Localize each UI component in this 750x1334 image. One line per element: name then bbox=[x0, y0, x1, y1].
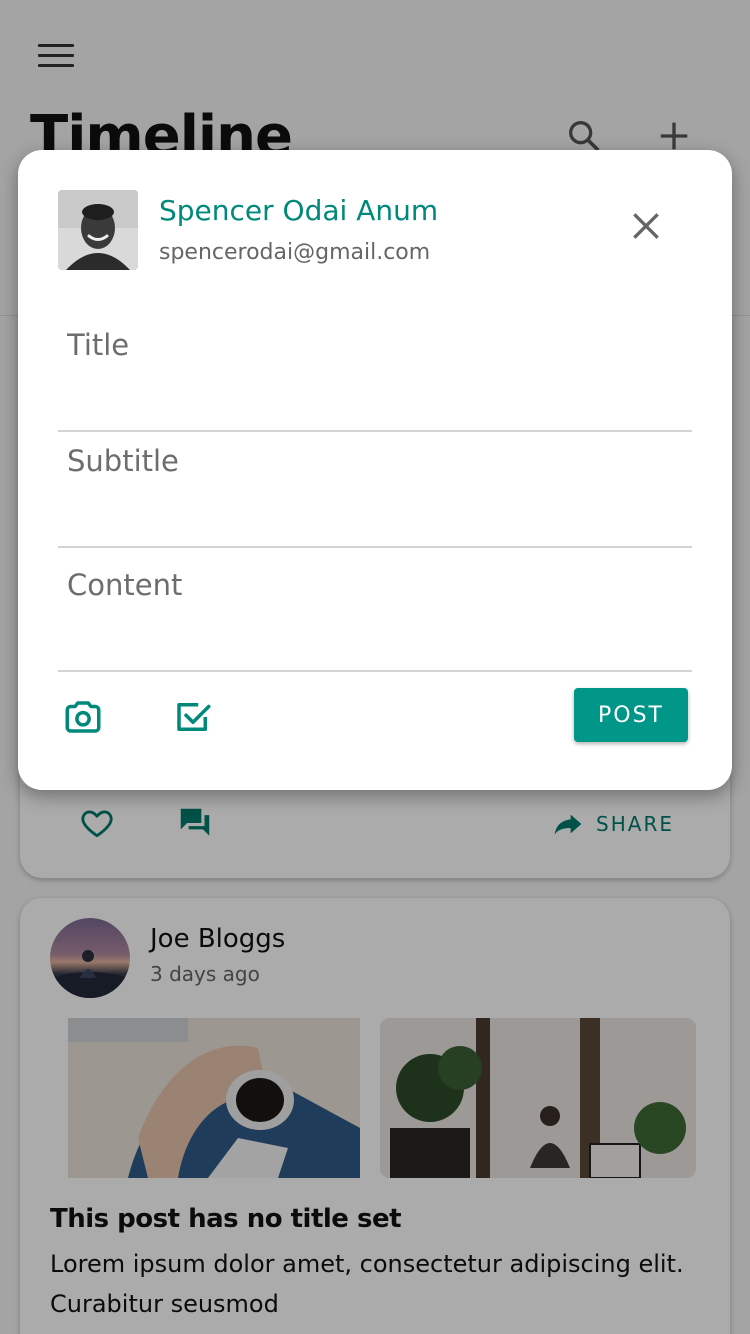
subtitle-input[interactable] bbox=[58, 444, 692, 478]
user-name: Spencer Odai Anum bbox=[159, 194, 439, 227]
title-field bbox=[58, 324, 692, 432]
title-input[interactable] bbox=[58, 328, 692, 362]
camera-icon[interactable] bbox=[62, 696, 104, 738]
user-email: spencerodai@gmail.com bbox=[159, 240, 431, 265]
content-field bbox=[58, 562, 692, 672]
post-button[interactable]: POST bbox=[574, 688, 688, 742]
subtitle-field bbox=[58, 444, 692, 548]
close-icon[interactable] bbox=[626, 206, 666, 246]
avatar bbox=[58, 190, 138, 270]
content-input[interactable] bbox=[58, 568, 692, 602]
create-post-dialog: Spencer Odai Anum spencerodai@gmail.com … bbox=[18, 150, 732, 790]
checkbox-icon[interactable] bbox=[172, 696, 214, 738]
